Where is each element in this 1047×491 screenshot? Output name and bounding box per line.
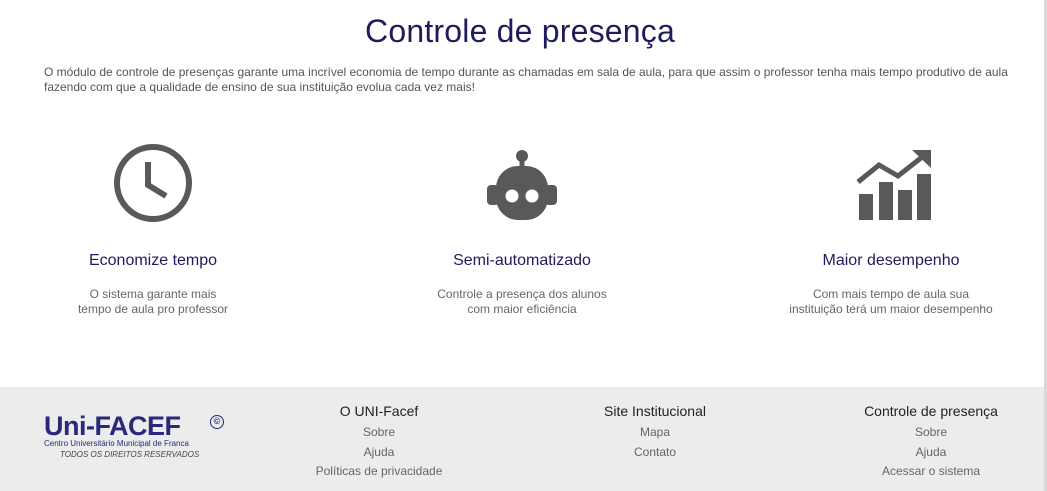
footer-heading: Site Institucional bbox=[604, 403, 706, 419]
logo-wordmark: Uni-FACEF bbox=[44, 411, 181, 441]
footer-link-ajuda[interactable]: Ajuda bbox=[851, 443, 1011, 463]
logo-subtitle: Centro Universitário Municipal de Franca bbox=[44, 439, 189, 448]
feature-title: Semi-automatizado bbox=[453, 252, 591, 269]
footer-link-contato[interactable]: Contato bbox=[575, 443, 735, 463]
footer-column-site-institucional: Site Institucional Mapa Contato bbox=[575, 403, 735, 462]
footer-link-privacy[interactable]: Políticas de privacidade bbox=[299, 462, 459, 482]
footer-heading: O UNI-Facef bbox=[339, 403, 419, 419]
robot-icon bbox=[487, 150, 557, 220]
feature-desc-line: Controle a presença dos alunos bbox=[437, 287, 607, 301]
page: Controle de presença O módulo de control… bbox=[0, 0, 1047, 491]
feature-title: Economize tempo bbox=[88, 252, 218, 269]
feature-better-performance: Maior desempenho Com mais tempo de aula … bbox=[761, 140, 1021, 317]
feature-desc-line: Com mais tempo de aula sua bbox=[812, 287, 970, 301]
feature-desc-line: com maior eficiência bbox=[467, 302, 577, 316]
footer-column-uni-facef: O UNI-Facef Sobre Ajuda Políticas de pri… bbox=[299, 403, 459, 482]
unifacef-logo[interactable]: Uni-FACEF © Centro Universitário Municip… bbox=[44, 411, 244, 459]
footer-link-access-system[interactable]: Acessar o sistema bbox=[851, 462, 1011, 482]
feature-title: Maior desempenho bbox=[822, 252, 960, 269]
feature-semi-automated: Semi-automatizado Controle a presença do… bbox=[392, 140, 652, 317]
feature-description: O sistema garante mais tempo de aula pro… bbox=[23, 287, 283, 317]
feature-save-time: Economize tempo O sistema garante mais t… bbox=[23, 140, 283, 317]
footer-link-sobre[interactable]: Sobre bbox=[299, 423, 459, 443]
footer-heading: Controle de presença bbox=[864, 403, 998, 419]
intro-text: O módulo de controle de presenças garant… bbox=[44, 65, 1008, 94]
chart-growth-icon bbox=[856, 150, 931, 220]
feature-desc-line: tempo de aula pro professor bbox=[77, 302, 229, 316]
main-section: Controle de presença O módulo de control… bbox=[0, 0, 1044, 387]
feature-desc-line: instituição terá um maior desempenho bbox=[789, 302, 993, 316]
footer-link-sobre[interactable]: Sobre bbox=[851, 423, 1011, 443]
clock-icon bbox=[114, 144, 192, 222]
page-title: Controle de presença bbox=[365, 13, 675, 49]
footer: Uni-FACEF © Centro Universitário Municip… bbox=[0, 387, 1044, 491]
feature-desc-line: O sistema garante mais bbox=[89, 287, 217, 301]
footer-link-ajuda[interactable]: Ajuda bbox=[299, 443, 459, 463]
rights-reserved: TODOS OS DIREITOS RESERVADOS bbox=[60, 450, 200, 459]
copyright-mark: © bbox=[210, 415, 224, 429]
footer-column-controle-presenca: Controle de presença Sobre Ajuda Acessar… bbox=[851, 403, 1011, 482]
footer-link-mapa[interactable]: Mapa bbox=[575, 423, 735, 443]
feature-description: Com mais tempo de aula sua instituição t… bbox=[761, 287, 1021, 317]
feature-description: Controle a presença dos alunos com maior… bbox=[392, 287, 652, 317]
